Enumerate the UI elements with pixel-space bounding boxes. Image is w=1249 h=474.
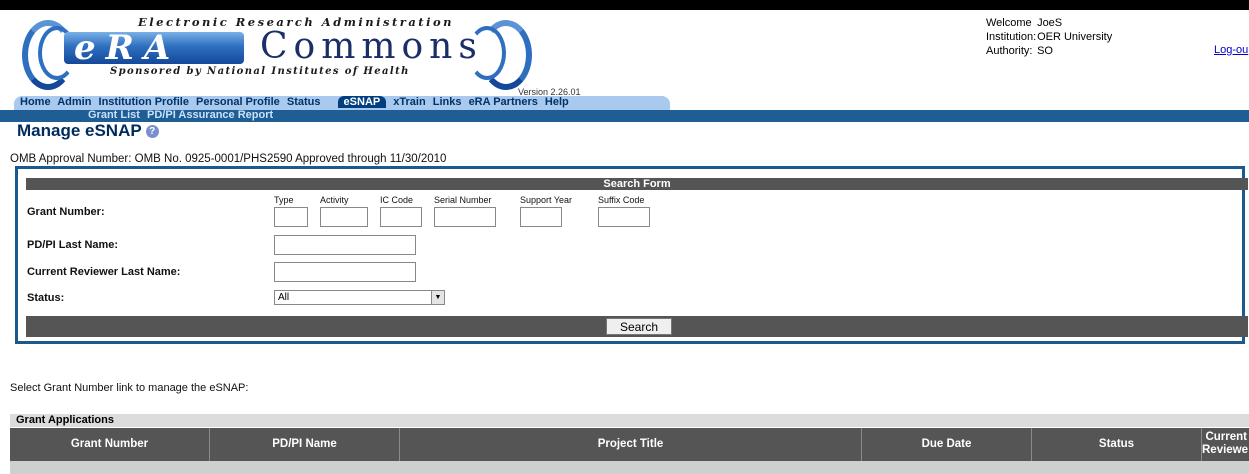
table-row bbox=[10, 461, 1249, 474]
status-label: Status: bbox=[27, 292, 65, 304]
page-title: Manage eSNAP? bbox=[17, 121, 159, 141]
col-status[interactable]: Status bbox=[1032, 428, 1202, 461]
logout-link[interactable]: Log-ou bbox=[1214, 44, 1248, 56]
grant-number-label: Grant Number: bbox=[27, 206, 105, 218]
nav-xtrain[interactable]: xTrain bbox=[393, 96, 425, 108]
type-label: Type bbox=[274, 195, 294, 205]
nav-status[interactable]: Status bbox=[287, 96, 321, 108]
results-table-header: Grant Number PD/PI Name Project Title Du… bbox=[10, 428, 1249, 461]
authority-row: Authority: SO bbox=[986, 44, 1112, 58]
top-border bbox=[0, 0, 1249, 10]
logo-era-text: eRA bbox=[74, 28, 181, 68]
nav-links[interactable]: Links bbox=[433, 96, 462, 108]
subnav-grant-list[interactable]: Grant List bbox=[88, 109, 140, 121]
select-grant-hint: Select Grant Number link to manage the e… bbox=[10, 382, 249, 394]
nav-home[interactable]: Home bbox=[20, 96, 51, 108]
search-form-footer: Search bbox=[26, 316, 1248, 337]
omb-approval-text: OMB Approval Number: OMB No. 0925-0001/P… bbox=[10, 153, 447, 165]
subnav-assurance-report[interactable]: PD/PI Assurance Report bbox=[147, 109, 273, 121]
status-select-value: All bbox=[278, 292, 290, 303]
search-form-header: Search Form bbox=[26, 178, 1248, 190]
era-commons-logo: Electronic Research Administration eRA C… bbox=[10, 12, 550, 90]
institution-value: OER University bbox=[1037, 31, 1113, 43]
logo-era-badge: eRA bbox=[64, 28, 244, 68]
search-form: Search Form Grant Number: Type Activity … bbox=[15, 166, 1248, 344]
reviewer-last-name-label: Current Reviewer Last Name: bbox=[27, 266, 181, 278]
nav-admin[interactable]: Admin bbox=[57, 96, 91, 108]
pi-last-name-input[interactable] bbox=[274, 235, 416, 255]
col-due-date[interactable]: Due Date bbox=[862, 428, 1032, 461]
suffix-code-label: Suffix Code bbox=[598, 195, 645, 205]
activity-label: Activity bbox=[320, 195, 349, 205]
col-current-reviewer-line1: Current bbox=[1205, 431, 1247, 443]
grant-applications-label: Grant Applications bbox=[10, 414, 1249, 427]
authority-value: SO bbox=[1037, 45, 1053, 57]
support-year-input[interactable] bbox=[520, 207, 562, 227]
reviewer-last-name-input[interactable] bbox=[274, 262, 416, 282]
col-grant-number[interactable]: Grant Number bbox=[10, 428, 210, 461]
support-year-label: Support Year bbox=[520, 195, 573, 205]
sub-nav: Grant List PD/PI Assurance Report bbox=[0, 109, 1249, 122]
institution-row: Institution: OER University bbox=[986, 30, 1112, 44]
activity-input[interactable] bbox=[320, 207, 368, 227]
page-title-text: Manage eSNAP bbox=[17, 121, 142, 140]
question-icon[interactable]: ? bbox=[145, 125, 159, 138]
nav-help[interactable]: Help bbox=[545, 96, 569, 108]
main-nav: Home Admin Institution Profile Personal … bbox=[14, 96, 670, 110]
serial-number-label: Serial Number bbox=[434, 195, 492, 205]
col-current-reviewer[interactable]: Current Reviewe bbox=[1202, 428, 1249, 461]
welcome-label: Welcome bbox=[986, 17, 1032, 29]
institution-label: Institution: bbox=[986, 31, 1037, 43]
col-pi-name[interactable]: PD/PI Name bbox=[210, 428, 400, 461]
nav-esnap[interactable]: eSNAP bbox=[337, 96, 387, 108]
suffix-code-input[interactable] bbox=[598, 207, 650, 227]
welcome-row: Welcome JoeS bbox=[986, 16, 1112, 30]
search-button[interactable]: Search bbox=[606, 318, 672, 335]
ic-code-label: IC Code bbox=[380, 195, 414, 205]
pi-last-name-label: PD/PI Last Name: bbox=[27, 239, 119, 251]
nav-era-partners[interactable]: eRA Partners bbox=[469, 96, 538, 108]
type-input[interactable] bbox=[274, 207, 308, 227]
chevron-down-icon[interactable]: ▼ bbox=[431, 291, 444, 304]
col-current-reviewer-line2: Reviewe bbox=[1202, 444, 1249, 456]
status-select[interactable]: All ▼ bbox=[274, 290, 445, 305]
nav-institution-profile[interactable]: Institution Profile bbox=[99, 96, 189, 108]
user-info: Welcome JoeS Institution: OER University… bbox=[986, 16, 1112, 58]
authority-label: Authority: bbox=[986, 45, 1033, 57]
ic-code-input[interactable] bbox=[380, 207, 422, 227]
welcome-value: JoeS bbox=[1037, 17, 1063, 29]
logo-commons-text: Commons bbox=[260, 26, 483, 67]
nav-personal-profile[interactable]: Personal Profile bbox=[196, 96, 280, 108]
logo-sponsor: Sponsored by National Institutes of Heal… bbox=[110, 66, 410, 77]
col-project-title[interactable]: Project Title bbox=[400, 428, 862, 461]
serial-number-input[interactable] bbox=[434, 207, 496, 227]
